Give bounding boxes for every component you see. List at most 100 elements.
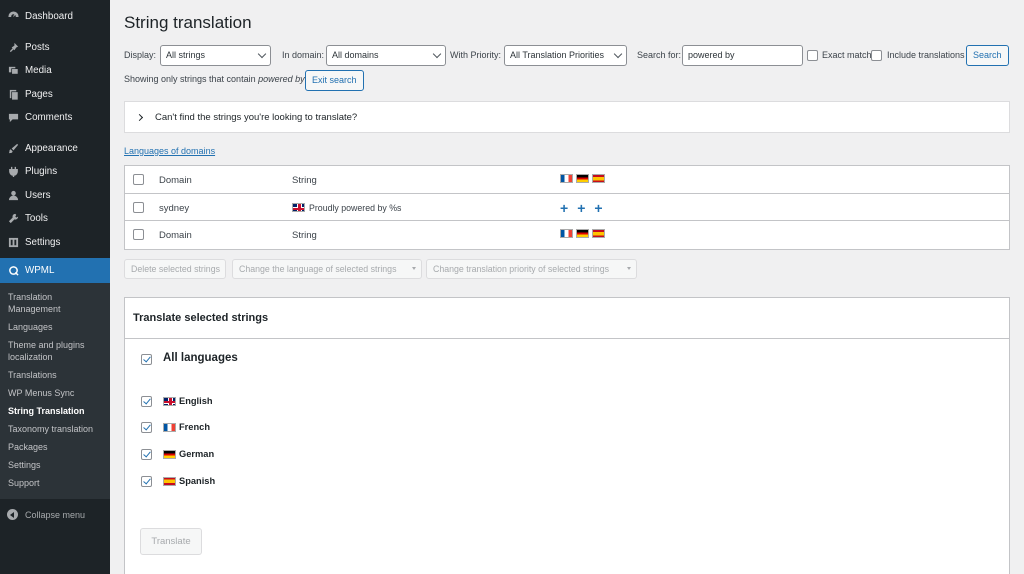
collapse-label: Collapse menu	[25, 509, 86, 520]
priority-select-value: All Translation Priorities	[510, 50, 605, 60]
french-flag-icon	[560, 174, 573, 183]
menu-wpml[interactable]: WPML	[0, 258, 110, 283]
menu-dashboard[interactable]: Dashboard	[0, 5, 110, 29]
strings-table: Domain String sydney Proudly powered by …	[124, 165, 1010, 250]
change-language-dropdown[interactable]: Change the language of selected strings	[232, 259, 422, 279]
submenu-packages[interactable]: Packages	[0, 438, 110, 456]
spanish-checkbox[interactable]	[141, 476, 152, 487]
change-priority-dropdown[interactable]: Change translation priority of selected …	[426, 259, 637, 279]
menu-label: WPML	[25, 265, 55, 276]
menu-label: Dashboard	[25, 11, 73, 23]
search-status-text: Showing only strings that contain	[124, 74, 256, 84]
english-checkbox[interactable]	[141, 396, 152, 407]
submenu-taxonomy-translation[interactable]: Taxonomy translation	[0, 420, 110, 438]
menu-label: Posts	[25, 41, 50, 53]
german-flag-icon	[576, 229, 589, 238]
search-button[interactable]: Search	[966, 45, 1009, 66]
menu-label: Appearance	[25, 142, 78, 154]
page-title: String translation	[124, 13, 252, 32]
menu-label: Users	[25, 189, 51, 201]
priority-select[interactable]: All Translation Priorities	[504, 45, 627, 66]
submenu-support[interactable]: Support	[0, 474, 110, 492]
menu-tools[interactable]: Tools	[0, 207, 110, 231]
admin-sidebar: Dashboard Posts Media Pages Comments App…	[0, 0, 110, 574]
translate-selected-panel: Translate selected strings All languages…	[124, 297, 1010, 574]
menu-appearance[interactable]: Appearance	[0, 137, 110, 161]
table-footer: Domain String	[125, 221, 1009, 249]
menu-label: Settings	[25, 236, 61, 248]
row-string: Proudly powered by %s	[292, 203, 401, 213]
priority-label: With Priority:	[450, 50, 502, 60]
language-name: English	[179, 396, 213, 406]
chevron-down-icon	[613, 49, 623, 59]
include-translations-label: Include translations	[887, 50, 965, 60]
submenu-wp-menus-sync[interactable]: WP Menus Sync	[0, 384, 110, 402]
add-spanish-translation-icon[interactable]: +	[594, 200, 602, 216]
search-input[interactable]: powered by	[682, 45, 803, 66]
languages-of-domains-link[interactable]: Languages of domains	[124, 146, 215, 156]
language-name: Spanish	[179, 476, 216, 486]
spanish-flag-icon	[163, 476, 176, 486]
cant-find-text: Can't find the strings you're looking to…	[155, 111, 358, 123]
menu-pages[interactable]: Pages	[0, 83, 110, 107]
submenu-translation-management[interactable]: Translation Management	[0, 288, 110, 318]
language-german: German	[163, 449, 214, 459]
user-icon	[7, 189, 19, 201]
language-name: German	[179, 449, 215, 459]
language-spanish: Spanish	[163, 476, 215, 486]
submenu-theme-plugins-localization[interactable]: Theme and plugins localization	[0, 336, 110, 366]
menu-comments[interactable]: Comments	[0, 106, 110, 130]
spanish-flag-icon	[592, 229, 605, 238]
column-domain: Domain	[159, 230, 192, 241]
submenu-languages[interactable]: Languages	[0, 318, 110, 336]
chevron-down-icon	[257, 49, 267, 59]
row-checkbox[interactable]	[133, 201, 144, 213]
language-english: English	[163, 396, 213, 406]
column-domain: Domain	[159, 175, 192, 186]
menu-posts[interactable]: Posts	[0, 36, 110, 60]
french-flag-icon	[163, 422, 176, 432]
table-row: sydney Proudly powered by %s + + +	[125, 194, 1009, 221]
translate-button[interactable]: Translate	[140, 528, 202, 555]
collapse-menu-button[interactable]: Collapse menu	[0, 499, 110, 530]
row-translation-actions: + + +	[560, 200, 603, 216]
select-all-checkbox[interactable]	[133, 174, 144, 185]
wrench-icon	[7, 213, 19, 225]
display-select[interactable]: All strings	[160, 45, 271, 66]
all-languages-checkbox[interactable]	[141, 354, 152, 365]
menu-label: Tools	[25, 213, 48, 225]
submenu-string-translation[interactable]: String Translation	[0, 402, 110, 420]
menu-media[interactable]: Media	[0, 59, 110, 83]
language-french: French	[163, 422, 210, 432]
wpml-icon	[7, 265, 19, 277]
include-translations-checkbox[interactable]	[871, 50, 882, 61]
plugin-icon	[7, 166, 19, 178]
german-checkbox[interactable]	[141, 449, 152, 460]
exact-match-checkbox[interactable]	[807, 50, 818, 61]
menu-label: Pages	[25, 88, 53, 100]
exit-search-button[interactable]: Exit search	[305, 70, 364, 91]
menu-settings[interactable]: Settings	[0, 231, 110, 255]
add-german-translation-icon[interactable]: +	[577, 200, 585, 216]
language-name: French	[179, 422, 210, 432]
domain-select[interactable]: All domains	[326, 45, 446, 66]
search-status-term: powered by	[258, 74, 305, 84]
comment-icon	[7, 112, 19, 124]
collapse-icon	[7, 509, 18, 520]
german-flag-icon	[576, 174, 589, 183]
french-checkbox[interactable]	[141, 422, 152, 433]
menu-plugins[interactable]: Plugins	[0, 160, 110, 184]
select-all-checkbox-footer[interactable]	[133, 229, 144, 240]
menu-label: Comments	[25, 112, 73, 124]
cant-find-toggle[interactable]: Can't find the strings you're looking to…	[124, 101, 1010, 133]
table-header: Domain String	[125, 166, 1009, 194]
exact-match-label: Exact match	[822, 50, 872, 60]
brush-icon	[7, 142, 19, 154]
submenu-translations[interactable]: Translations	[0, 366, 110, 384]
delete-selected-button[interactable]: Delete selected strings	[124, 259, 226, 279]
column-string: String	[292, 230, 317, 241]
domain-select-value: All domains	[332, 50, 379, 60]
add-french-translation-icon[interactable]: +	[560, 200, 568, 216]
submenu-settings[interactable]: Settings	[0, 456, 110, 474]
menu-users[interactable]: Users	[0, 184, 110, 208]
